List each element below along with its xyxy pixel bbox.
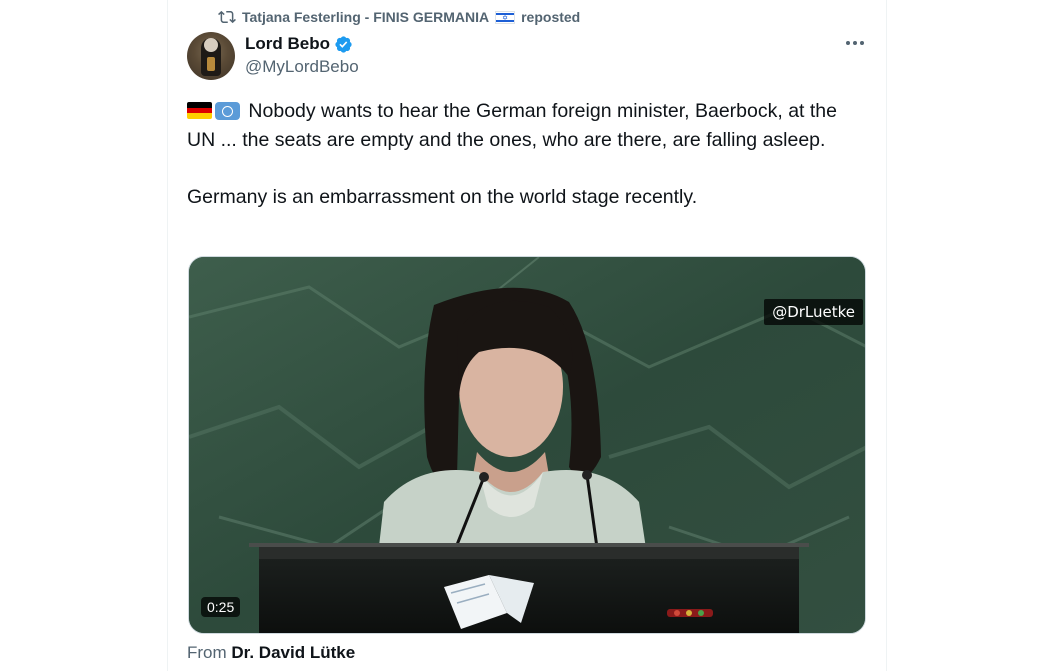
video-watermark: @DrLuetke	[764, 299, 863, 325]
more-dot-icon	[853, 41, 857, 45]
israel-flag-icon: ✡	[495, 10, 516, 24]
more-dot-icon	[846, 41, 850, 45]
repost-icon	[218, 10, 236, 24]
more-dot-icon	[860, 41, 864, 45]
from-source[interactable]: Dr. David Lütke	[231, 643, 355, 662]
germany-flag-icon	[187, 102, 212, 119]
from-attribution[interactable]: From Dr. David Lütke	[187, 643, 355, 663]
united-nations-icon	[215, 102, 240, 120]
tweet-paragraph-1: Nobody wants to hear the German foreign …	[187, 100, 837, 151]
author-name[interactable]: Lord Bebo	[245, 33, 330, 55]
video-duration: 0:25	[201, 597, 241, 617]
tweet-paragraph-2: Germany is an embarrassment on the world…	[187, 185, 698, 208]
repost-suffix: reposted	[521, 9, 581, 25]
tweet-text: Nobody wants to hear the German foreign …	[187, 97, 857, 211]
avatar[interactable]	[187, 32, 235, 80]
more-options-button[interactable]	[838, 33, 872, 53]
verified-badge-icon[interactable]	[334, 35, 353, 54]
author-block: Lord Bebo @MyLordBebo	[245, 33, 359, 79]
author-handle[interactable]: @MyLordBebo	[245, 55, 359, 79]
reposter-name[interactable]: Tatjana Festerling - FINIS GERMANIA	[242, 9, 489, 25]
video-player[interactable]: @DrLuetke 0:25	[188, 256, 866, 634]
repost-indicator[interactable]: Tatjana Festerling - FINIS GERMANIA ✡ re…	[218, 7, 580, 27]
from-prefix: From	[187, 643, 227, 662]
